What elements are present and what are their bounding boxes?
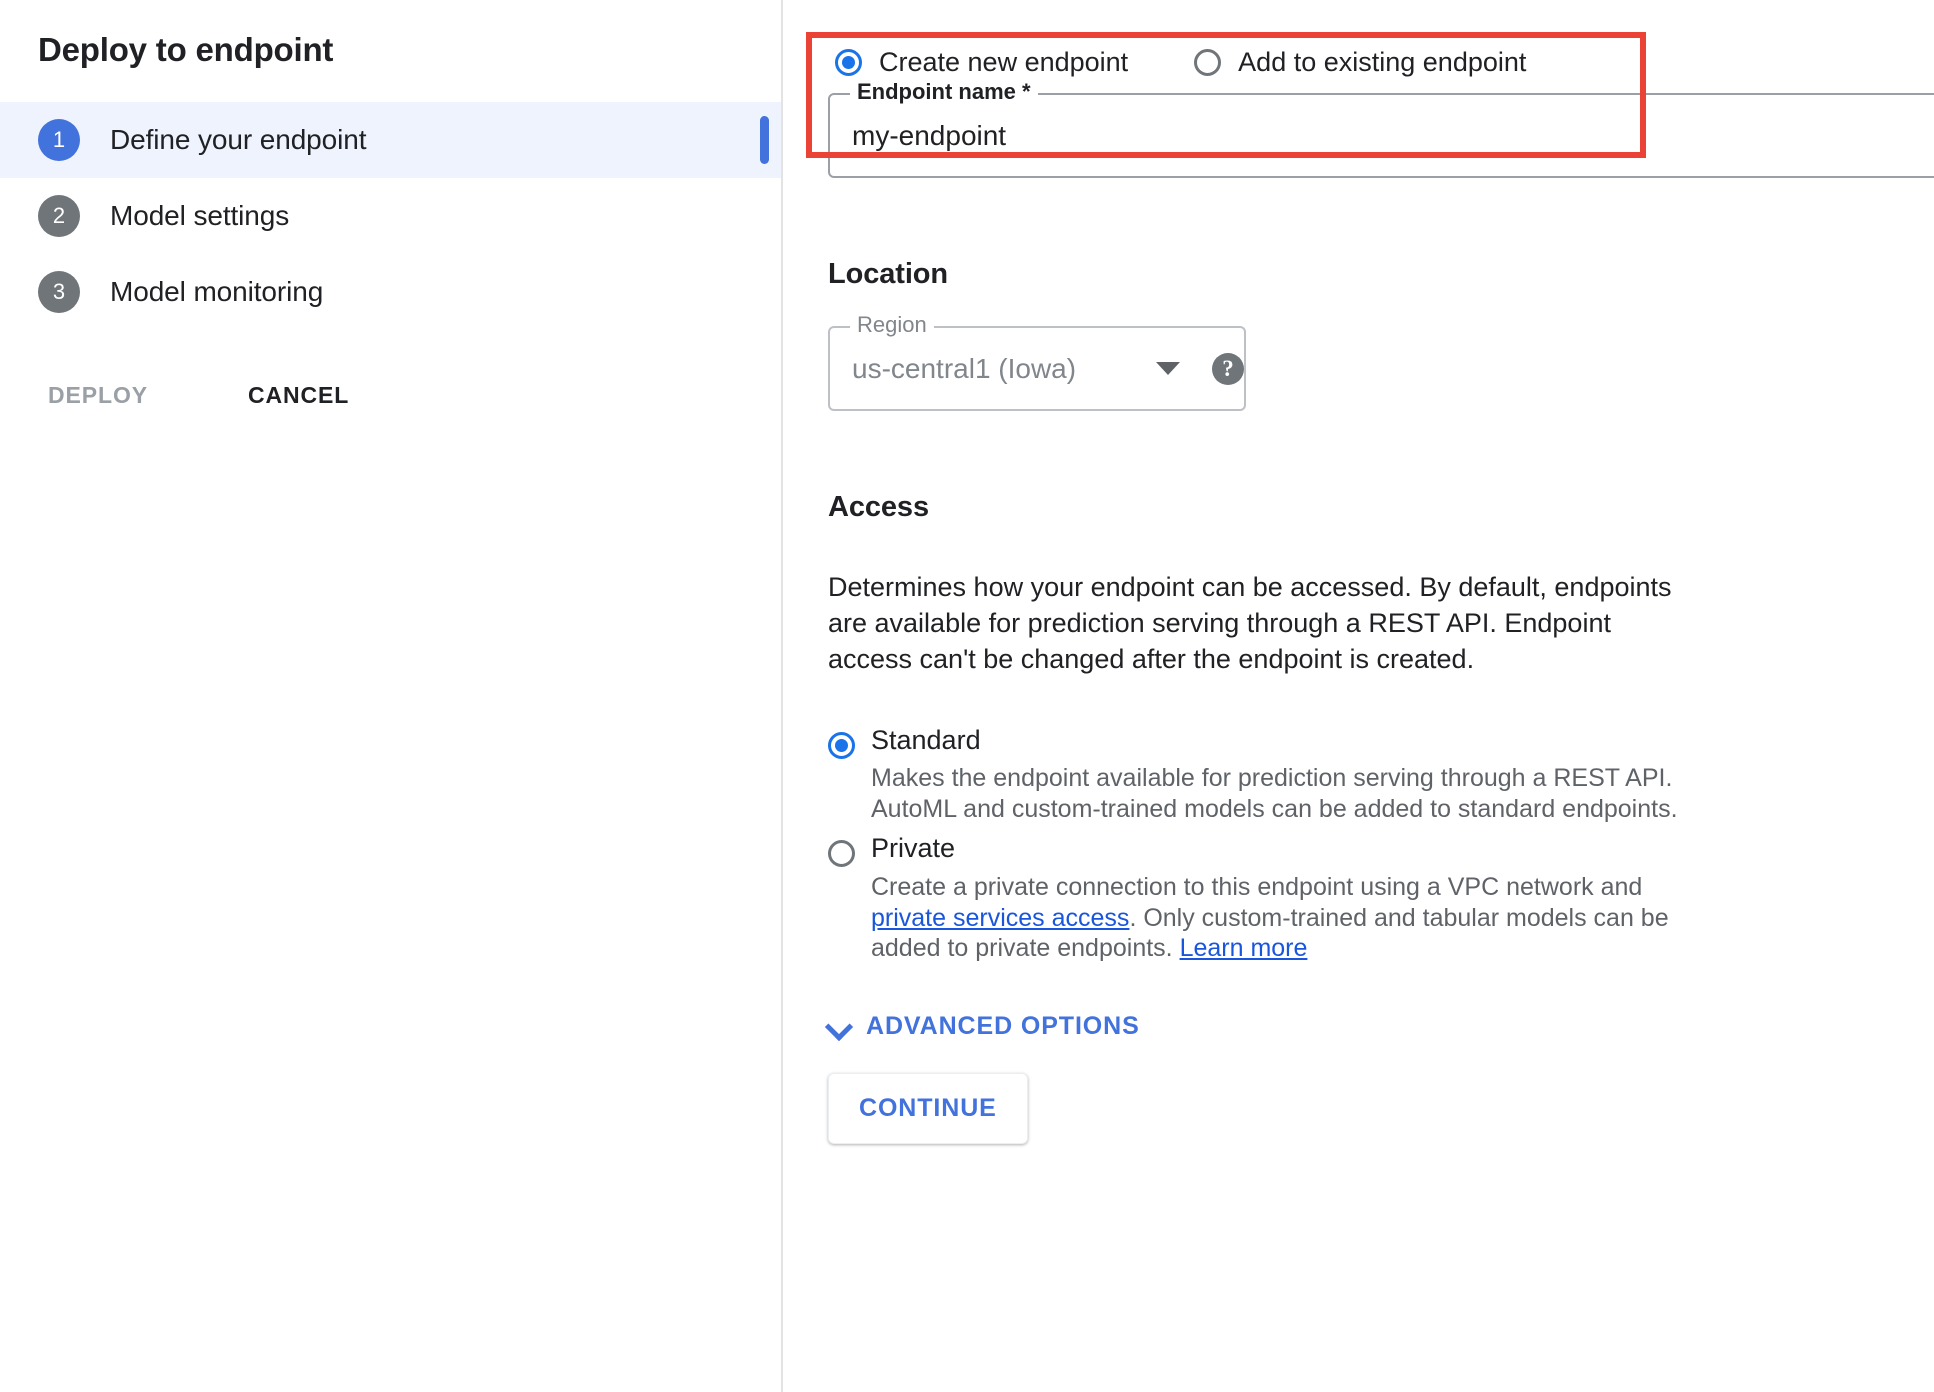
- region-select[interactable]: Region us-central1 (Iowa) ?: [828, 314, 1246, 411]
- endpoint-mode-radio-group: Create new endpoint Add to existing endp…: [783, 0, 1934, 78]
- sidebar-item-model-settings[interactable]: 2 Model settings: [0, 178, 781, 254]
- radio-label: Create new endpoint: [879, 47, 1129, 77]
- endpoint-name-input[interactable]: my-endpoint: [830, 120, 1934, 152]
- cancel-button[interactable]: CANCEL: [248, 382, 349, 409]
- deploy-button[interactable]: DEPLOY: [48, 382, 148, 409]
- advanced-options-toggle[interactable]: ADVANCED OPTIONS: [828, 1012, 1140, 1041]
- location-heading: Location: [828, 258, 949, 290]
- access-heading: Access: [828, 491, 929, 523]
- region-label: Region: [850, 314, 934, 336]
- access-description: Determines how your endpoint can be acce…: [828, 572, 1672, 674]
- access-radio-group: Standard Makes the endpoint available fo…: [828, 724, 1934, 964]
- step-number-badge: 3: [38, 270, 80, 313]
- private-services-access-link[interactable]: private services access: [871, 904, 1129, 932]
- advanced-options-label: ADVANCED OPTIONS: [866, 1011, 1140, 1040]
- private-desc-pre: Create a private connection to this endp…: [871, 873, 1643, 902]
- learn-more-link[interactable]: Learn more: [1180, 934, 1308, 962]
- radio-option-standard[interactable]: Standard Makes the endpoint available fo…: [828, 724, 1934, 825]
- radio-selected-icon: [828, 731, 855, 759]
- active-step-indicator: [760, 115, 769, 164]
- sidebar-item-define-your-endpoint[interactable]: 1 Define your endpoint: [0, 101, 781, 178]
- endpoint-name-label: Endpoint name *: [850, 81, 1038, 103]
- chevron-down-icon[interactable]: [1156, 362, 1180, 375]
- continue-button[interactable]: CONTINUE: [828, 1072, 1028, 1144]
- radio-selected-icon: [835, 49, 862, 76]
- help-icon[interactable]: ?: [1212, 352, 1244, 385]
- sidebar-item-label: Define your endpoint: [110, 123, 367, 155]
- radio-create-new-endpoint[interactable]: Create new endpoint: [835, 47, 1128, 78]
- radio-unselected-icon: [828, 840, 855, 868]
- deploy-endpoint-dialog: Deploy to endpoint 1 Define your endpoin…: [0, 0, 1934, 1392]
- sidebar-item-label: Model monitoring: [110, 275, 324, 307]
- define-endpoint-form: Create new endpoint Add to existing endp…: [783, 0, 1934, 1392]
- radio-add-to-existing-endpoint[interactable]: Add to existing endpoint: [1194, 47, 1526, 78]
- radio-unselected-icon: [1194, 49, 1222, 76]
- wizard-steps: 1 Define your endpoint 2 Model settings …: [0, 101, 781, 330]
- region-selected-value: us-central1 (Iowa): [852, 352, 1077, 384]
- radio-description: Create a private connection to this endp…: [871, 872, 1703, 964]
- sidebar-item-label: Model settings: [110, 199, 290, 231]
- wizard-sidebar: Deploy to endpoint 1 Define your endpoin…: [0, 0, 783, 1392]
- sidebar-item-model-monitoring[interactable]: 3 Model monitoring: [0, 254, 781, 330]
- chevron-down-icon: [828, 1015, 850, 1037]
- step-number-badge: 2: [38, 194, 80, 237]
- endpoint-name-field[interactable]: Endpoint name * my-endpoint ?: [828, 81, 1934, 178]
- step-number-badge: 1: [38, 118, 80, 161]
- radio-label: Add to existing endpoint: [1238, 47, 1527, 77]
- wizard-action-bar: DEPLOY CANCEL: [0, 382, 781, 409]
- page-title: Deploy to endpoint: [38, 31, 334, 68]
- radio-option-private[interactable]: Private Create a private connection to t…: [828, 834, 1934, 963]
- radio-label: Private: [871, 833, 956, 864]
- radio-label: Standard: [871, 724, 981, 755]
- radio-description: Makes the endpoint available for predict…: [871, 764, 1678, 823]
